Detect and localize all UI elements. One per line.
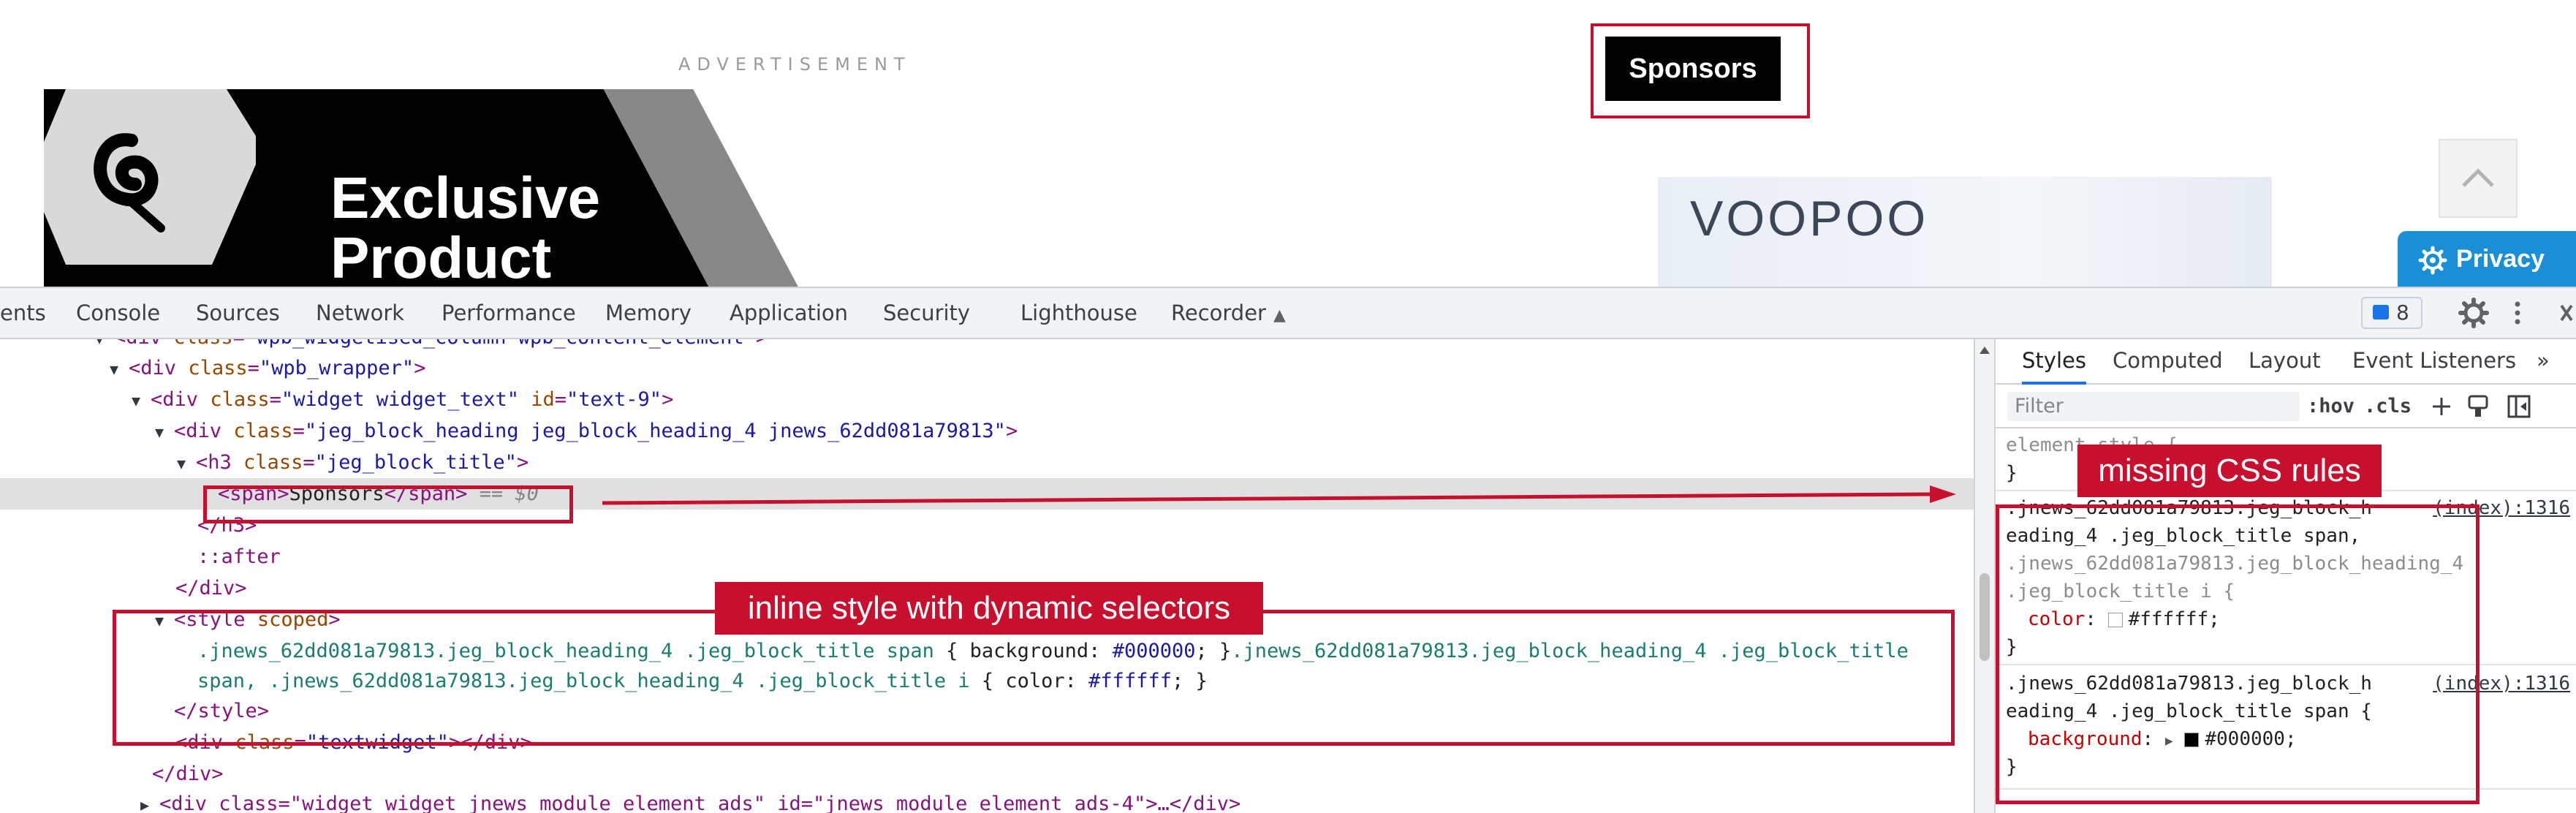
toggle-sidebar-icon[interactable]	[2504, 392, 2534, 421]
devtools-tab-bar: ents Console Sources Network Performance…	[0, 287, 2576, 339]
dom-node-widget-close[interactable]: </div>	[152, 758, 224, 790]
privacy-button[interactable]: Privacy	[2398, 231, 2576, 287]
inline-style-callout: inline style with dynamic selectors	[715, 582, 1263, 635]
tab-console[interactable]: Console	[76, 288, 160, 338]
tab-recorder-label: Recorder	[1171, 300, 1266, 325]
collapsed-triangle-icon[interactable]: ▶	[140, 790, 159, 813]
dom-node-widget-text[interactable]: ▼ <div class="widget widget_text" id="tex…	[132, 384, 673, 415]
tab-lighthouse[interactable]: Lighthouse	[1020, 288, 1137, 338]
message-icon	[2373, 305, 2389, 319]
expand-triangle-icon[interactable]: ▼	[110, 354, 129, 385]
dom-node-after-pseudo[interactable]: ::after	[197, 541, 281, 572]
dom-node-h3-block-title[interactable]: ▼ <h3 class="jeg_block_title">	[177, 447, 529, 478]
styles-filter-row: Filter :hov .cls	[1996, 385, 2576, 428]
scrollbar-thumb[interactable]	[1980, 573, 1990, 661]
tab-computed[interactable]: Computed	[2113, 339, 2223, 382]
banner-title: Exclusive Product	[330, 165, 601, 287]
scroll-up-arrow-icon[interactable]	[1980, 347, 1990, 354]
dom-node-wpb-wrapper[interactable]: ▼ <div class="wpb_wrapper">	[110, 352, 425, 384]
missing-css-highlight-frame	[1996, 504, 2480, 804]
privacy-label: Privacy	[2456, 245, 2545, 273]
advertisement-label: ADVERTISEMENT	[678, 54, 912, 75]
tab-memory[interactable]: Memory	[605, 288, 692, 338]
tab-application[interactable]: Application	[730, 288, 848, 338]
color-palette-icon[interactable]	[2463, 392, 2493, 421]
hov-toggle[interactable]: :hov	[2307, 393, 2355, 420]
dom-node-ads-widget[interactable]: ▶ <div class="widget widget_jnews_module_…	[140, 788, 1240, 813]
voopoo-logo-text: VOOPOO	[1690, 191, 1929, 246]
brand-logo-icon	[44, 89, 256, 265]
settings-gear-icon[interactable]	[2458, 297, 2490, 329]
tab-sources[interactable]: Sources	[196, 288, 280, 338]
tab-security[interactable]: Security	[883, 288, 970, 338]
chevron-up-icon	[2462, 168, 2494, 187]
tab-performance[interactable]: Performance	[442, 288, 576, 338]
voopoo-advertisement[interactable]: VOOPOO	[1658, 177, 2272, 287]
close-devtools-icon[interactable]	[2557, 297, 2576, 329]
missing-css-callout: missing CSS rules	[2077, 445, 2382, 497]
tab-layout[interactable]: Layout	[2249, 339, 2321, 382]
expand-triangle-icon[interactable]: ▼	[177, 448, 196, 480]
web-page-viewport: ADVERTISEMENT Exclusive Product Sponsors…	[0, 0, 2576, 287]
sponsors-heading: Sponsors	[1605, 37, 1781, 101]
element-style-close-brace: }	[2006, 462, 2018, 484]
cls-toggle[interactable]: .cls	[2364, 393, 2412, 420]
scroll-to-top-button[interactable]	[2439, 139, 2518, 218]
styles-tab-bar: Styles Computed Layout Event Listeners »	[1996, 339, 2576, 385]
gear-icon	[2418, 246, 2447, 275]
tab-event-listeners[interactable]: Event Listeners	[2352, 339, 2516, 382]
issues-count: 8	[2396, 300, 2409, 325]
expand-triangle-icon[interactable]: ▼	[155, 417, 174, 448]
issues-counter[interactable]: 8	[2361, 297, 2422, 329]
dom-node-div-close[interactable]: </div>	[175, 572, 247, 604]
tab-elements[interactable]: ents	[0, 288, 46, 338]
advertisement-banner[interactable]: Exclusive Product	[44, 89, 819, 287]
dom-node-block-heading[interactable]: ▼ <div class="jeg_block_heading jeg_block…	[155, 415, 1018, 447]
more-options-icon[interactable]	[2510, 297, 2525, 329]
add-rule-icon[interactable]	[2427, 392, 2456, 421]
selected-span-highlight-frame	[203, 485, 573, 523]
expand-triangle-icon[interactable]: ▼	[132, 385, 151, 417]
elements-scrollbar[interactable]	[1974, 339, 1994, 813]
more-tabs-icon[interactable]: »	[2537, 339, 2550, 382]
tab-recorder[interactable]: Recorder ▲	[1171, 288, 1286, 338]
tab-styles[interactable]: Styles	[2022, 339, 2086, 385]
dom-node-wpb-column[interactable]: ▼<div class="wpb_widgetised_column wpb_c…	[95, 339, 768, 353]
styles-filter-input[interactable]: Filter	[2007, 392, 2300, 421]
flask-icon: ▲	[1273, 306, 1286, 325]
tab-network[interactable]: Network	[316, 288, 404, 338]
annotation-arrow-icon	[602, 485, 1956, 505]
